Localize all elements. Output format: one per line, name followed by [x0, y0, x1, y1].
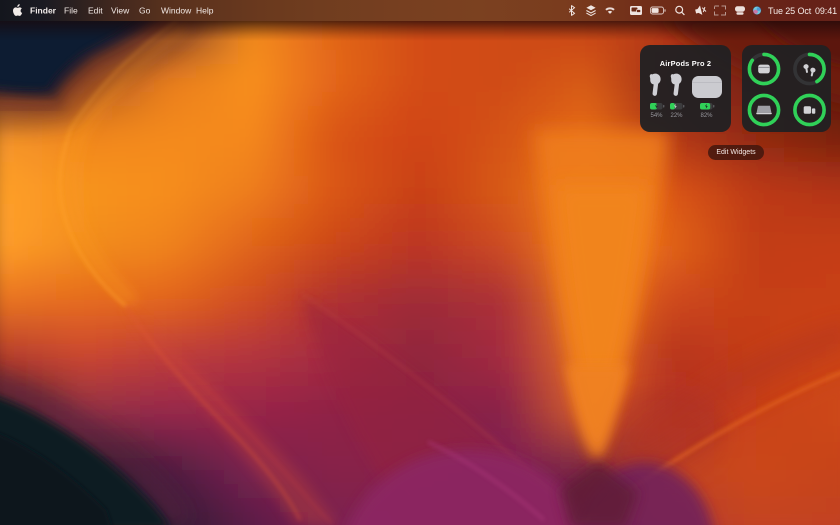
svg-text:Go: Go: [139, 6, 151, 16]
svg-text:82%: 82%: [700, 113, 713, 119]
svg-text:22%: 22%: [670, 113, 683, 119]
svg-text:Finder: Finder: [30, 6, 57, 16]
svg-text:View: View: [111, 6, 130, 16]
svg-text:09:41: 09:41: [815, 6, 837, 16]
svg-text:54%: 54%: [650, 113, 663, 119]
svg-text:Help: Help: [196, 6, 214, 16]
svg-text:Edit: Edit: [88, 6, 103, 16]
svg-text:Tue 25 Oct: Tue 25 Oct: [768, 6, 812, 16]
svg-text:Window: Window: [161, 6, 192, 16]
svg-text:File: File: [64, 6, 78, 16]
